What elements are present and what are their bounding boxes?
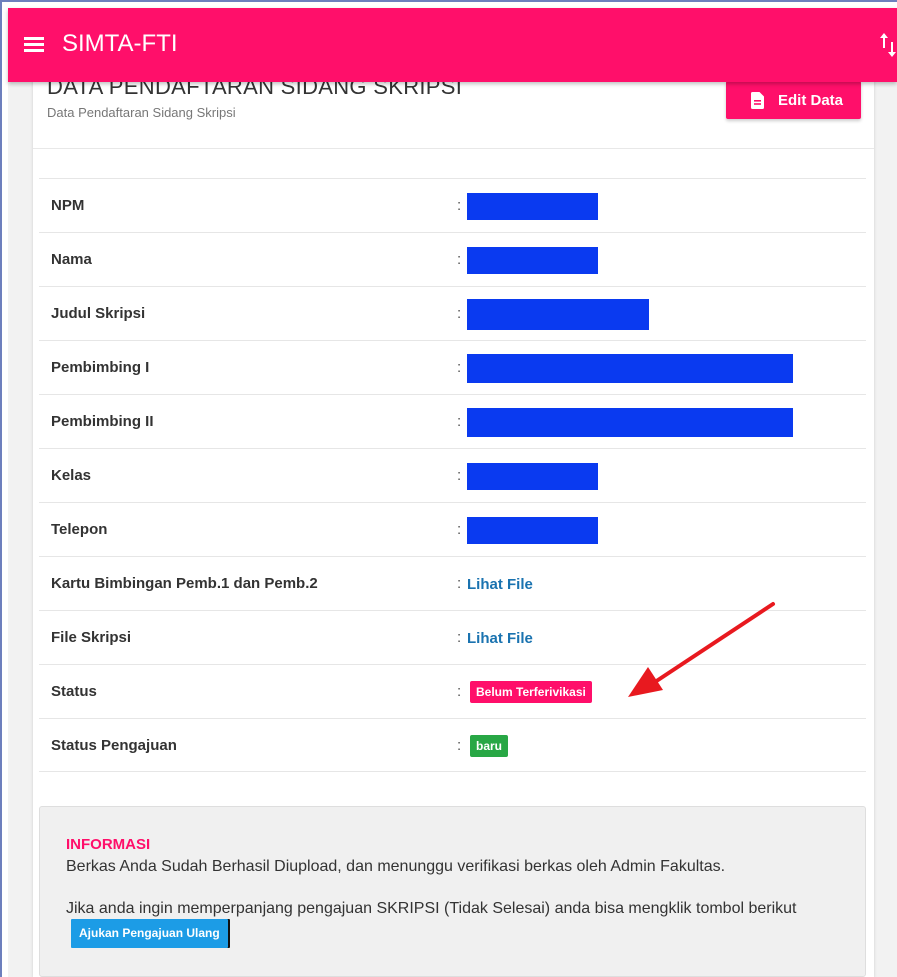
table-row-pembimbing-1: Pembimbing I : xyxy=(39,340,866,394)
card-subheading: Data Pendaftaran Sidang Skripsi xyxy=(47,105,236,120)
redacted-value xyxy=(467,192,598,220)
status-badge: Belum Terferivikasi xyxy=(470,681,592,703)
row-colon: : xyxy=(457,575,462,592)
table-row-kartu-bimbingan: Kartu Bimbingan Pemb.1 dan Pemb.2 : Liha… xyxy=(39,556,866,610)
row-label: Nama xyxy=(51,251,92,268)
row-colon: : xyxy=(457,521,462,538)
info-resubmit-message: Jika anda ingin memperpanjang pengajuan … xyxy=(66,900,797,917)
window-frame-left xyxy=(0,0,2,977)
document-icon xyxy=(751,91,764,109)
card-divider xyxy=(33,148,874,149)
info-resubmit-text: Jika anda ingin memperpanjang pengajuan … xyxy=(66,897,846,949)
table-row-status-pengajuan: Status Pengajuan : baru xyxy=(39,718,866,772)
resubmit-button[interactable]: Ajukan Pengajuan Ulang xyxy=(71,919,228,948)
submission-status-badge: baru xyxy=(470,735,509,757)
row-colon: : xyxy=(457,737,462,754)
row-label: Status Pengajuan xyxy=(51,737,177,754)
row-colon: : xyxy=(457,413,462,430)
row-label: Pembimbing II xyxy=(51,413,154,430)
table-row-pembimbing-2: Pembimbing II : xyxy=(39,394,866,448)
edit-data-button[interactable]: Edit Data xyxy=(726,81,861,119)
table-row-kelas: Kelas : xyxy=(39,448,866,502)
row-label: File Skripsi xyxy=(51,629,132,646)
edit-data-label: Edit Data xyxy=(778,91,844,109)
redacted-value xyxy=(467,407,793,437)
row-label: Telepon xyxy=(51,521,108,538)
table-row-npm: NPM : xyxy=(39,178,866,232)
information-box: INFORMASI Berkas Anda Sudah Berhasil Diu… xyxy=(39,806,866,977)
row-label: Judul Skripsi xyxy=(51,305,146,322)
info-message: Berkas Anda Sudah Berhasil Diupload, dan… xyxy=(66,858,726,875)
row-label: NPM xyxy=(51,197,85,214)
row-label: Kartu Bimbingan Pemb.1 dan Pemb.2 xyxy=(51,575,318,592)
registration-card: DATA PENDAFTARAN SIDANG SKRIPSI Data Pen… xyxy=(33,60,874,977)
redacted-value xyxy=(467,246,598,274)
redacted-value xyxy=(467,298,649,330)
row-colon: : xyxy=(457,467,462,484)
hamburger-menu-icon[interactable] xyxy=(24,37,44,52)
row-colon: : xyxy=(457,683,462,700)
row-colon: : xyxy=(457,629,462,646)
app-title: SIMTA-FTI xyxy=(62,30,178,57)
redacted-value xyxy=(467,462,598,490)
redacted-value xyxy=(467,516,598,544)
row-label: Pembimbing I xyxy=(51,359,150,376)
table-row-nama: Nama : xyxy=(39,232,866,286)
registration-data-table: NPM : Nama : Judul Skripsi : Pembimbing … xyxy=(39,178,866,772)
table-row-judul-skripsi: Judul Skripsi : xyxy=(39,286,866,340)
view-file-link[interactable]: Lihat File xyxy=(467,630,533,647)
row-label: Status xyxy=(51,683,97,700)
info-title: INFORMASI xyxy=(66,836,151,853)
row-colon: : xyxy=(457,251,462,268)
app-bar: SIMTA-FTI xyxy=(8,8,897,82)
row-colon: : xyxy=(457,359,462,376)
window-frame-top xyxy=(0,0,897,2)
redacted-value xyxy=(467,353,793,383)
row-label: Kelas xyxy=(51,467,92,484)
view-file-link[interactable]: Lihat File xyxy=(467,576,533,593)
table-row-status: Status : Belum Terferivikasi xyxy=(39,664,866,718)
sort-arrows-icon[interactable] xyxy=(879,32,897,58)
row-colon: : xyxy=(457,305,462,322)
table-row-file-skripsi: File Skripsi : Lihat File xyxy=(39,610,866,664)
table-row-telepon: Telepon : xyxy=(39,502,866,556)
row-colon: : xyxy=(457,197,462,214)
